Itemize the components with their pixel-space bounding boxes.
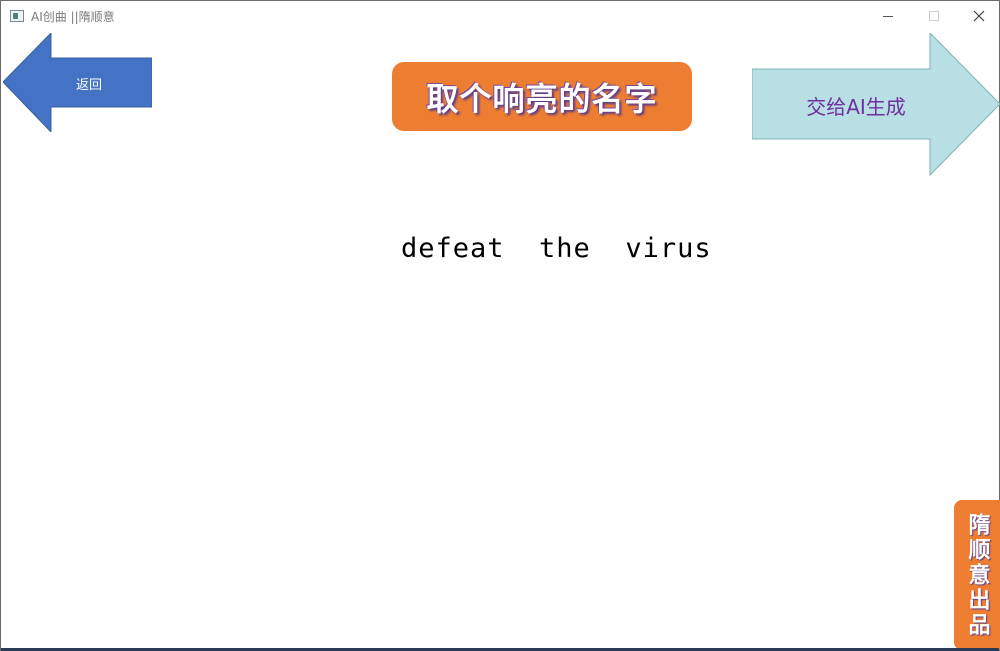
maximize-button[interactable] [911, 1, 957, 31]
back-button-label[interactable]: 返回 [61, 74, 117, 93]
credit-badge: 隋顺意出品 [954, 500, 1000, 650]
app-icon [10, 10, 24, 22]
minimize-button[interactable] [865, 1, 911, 31]
title-bar: AI创曲 ||隋顺意 [1, 1, 999, 31]
generate-button-label[interactable]: 交给AI生成 [781, 91, 931, 120]
close-icon [973, 10, 985, 22]
maximize-icon [929, 11, 939, 21]
credit-text: 隋顺意出品 [964, 512, 991, 638]
page-title-banner: 取个响亮的名字 [392, 62, 692, 131]
close-button[interactable] [956, 1, 1000, 31]
song-name-text: defeat the virus [401, 233, 712, 264]
window-title: AI创曲 ||隋顺意 [31, 10, 115, 24]
app-window: AI创曲 ||隋顺意 返回 取个响亮的名字 交给AI生成 defeat the … [0, 0, 1000, 651]
page-title: 取个响亮的名字 [426, 79, 658, 118]
minimize-icon [883, 15, 893, 17]
